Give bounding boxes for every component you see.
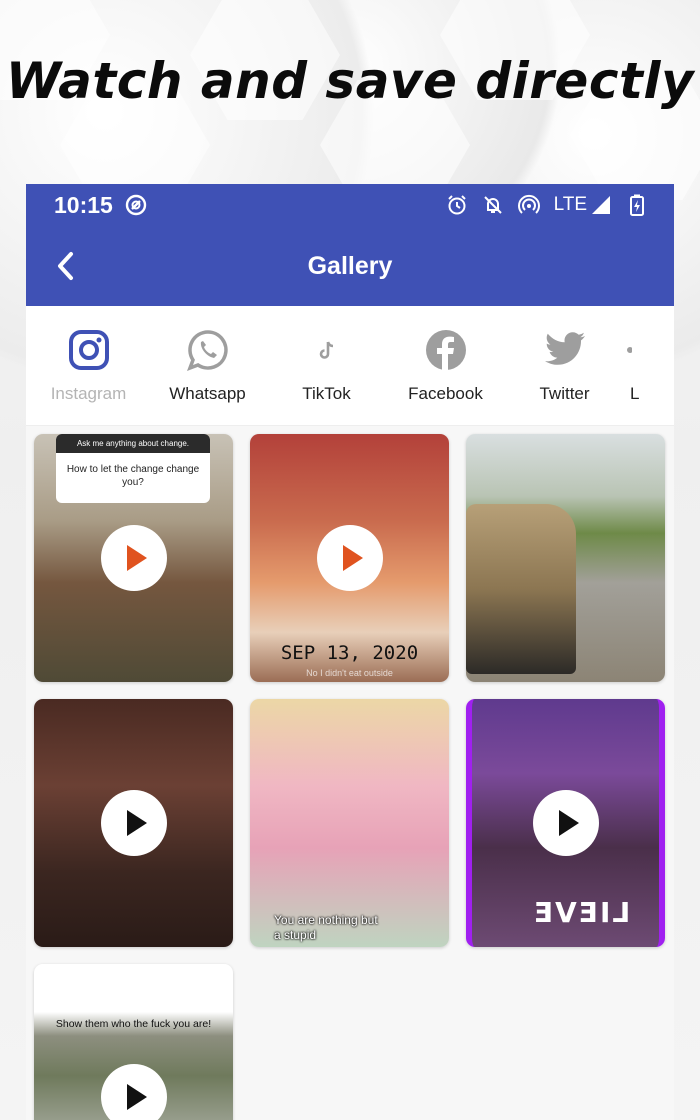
caption-line: You are nothing but <box>274 913 378 927</box>
tab-instagram[interactable]: Instagram <box>29 328 148 404</box>
battery-charging-icon <box>626 194 648 216</box>
instagram-icon <box>67 328 111 372</box>
gallery-item[interactable]: SEP 13, 2020 No I didn't eat outside <box>250 434 449 682</box>
gallery-item[interactable] <box>466 434 665 682</box>
tiktok-icon <box>305 328 349 372</box>
tab-label: TikTok <box>302 383 351 403</box>
twitter-icon <box>543 328 587 372</box>
gallery-item[interactable]: You are nothing but a stupid <box>250 699 449 947</box>
whatsapp-icon <box>186 328 230 372</box>
source-tabs: Instagram Whatsapp TikTok Facebook Twitt… <box>26 306 674 426</box>
tab-tiktok[interactable]: TikTok <box>267 328 386 404</box>
play-icon <box>126 545 147 571</box>
status-bar: 10:15 LTE <box>26 184 674 226</box>
facebook-icon <box>424 328 468 372</box>
gallery-item[interactable] <box>34 699 233 947</box>
motorcycle-photo <box>466 504 576 674</box>
more-icon <box>624 328 668 372</box>
gallery-item[interactable]: Ask me anything about change. How to let… <box>34 434 233 682</box>
tab-facebook[interactable]: Facebook <box>386 328 505 404</box>
tab-label: Instagram <box>50 383 127 403</box>
play-icon <box>126 810 147 836</box>
tab-label: Twitter <box>539 383 590 403</box>
image-caption: You are nothing but a stupid <box>274 913 378 943</box>
tab-whatsapp[interactable]: Whatsapp <box>148 328 267 404</box>
back-button[interactable] <box>26 226 106 306</box>
play-icon <box>558 810 579 836</box>
page-title: Gallery <box>307 251 393 280</box>
gallery-grid: Ask me anything about change. How to let… <box>34 434 665 1120</box>
tab-more[interactable]: L <box>624 328 664 404</box>
tab-label: L <box>630 383 640 403</box>
assistant-status-icon <box>125 194 147 216</box>
overlay-subtext: No I didn't eat outside <box>306 668 393 678</box>
gallery-item[interactable]: Show them who the fuck you are! <box>34 964 233 1120</box>
promo-headline: Watch and save directly <box>5 52 695 110</box>
status-time: 10:15 <box>54 191 113 218</box>
play-button[interactable] <box>100 1064 167 1120</box>
gallery-item[interactable]: LIEVE <box>466 699 665 947</box>
tab-label: Whatsapp <box>169 383 246 403</box>
play-button[interactable] <box>316 525 383 591</box>
play-button[interactable] <box>100 790 167 856</box>
overlay-date: SEP 13, 2020 <box>280 642 419 664</box>
signal-icon <box>590 194 612 216</box>
question-header: Ask me anything about change. <box>56 434 210 453</box>
video-caption: Show them who the fuck you are! <box>55 1018 212 1030</box>
question-text: How to let the change change you? <box>66 464 200 488</box>
hotspot-icon <box>517 194 540 216</box>
play-icon <box>126 1084 147 1110</box>
question-sticker: Ask me anything about change. How to let… <box>56 434 210 503</box>
tab-label: Facebook <box>408 383 483 403</box>
play-button[interactable] <box>532 790 599 856</box>
shirt-text: LIEVE <box>532 896 631 929</box>
chevron-left-icon <box>58 252 73 280</box>
network-type: LTE <box>553 194 587 215</box>
caption-line: a stupid <box>274 928 317 942</box>
notifications-off-icon <box>482 194 504 216</box>
app-bar: Gallery <box>26 226 674 306</box>
play-button[interactable] <box>100 525 167 591</box>
phone-screen: 10:15 LTE Gallery Instagram Whatsapp Tik… <box>26 184 674 1120</box>
tab-twitter[interactable]: Twitter <box>505 328 624 404</box>
alarm-icon <box>446 194 468 216</box>
play-icon <box>342 545 363 571</box>
